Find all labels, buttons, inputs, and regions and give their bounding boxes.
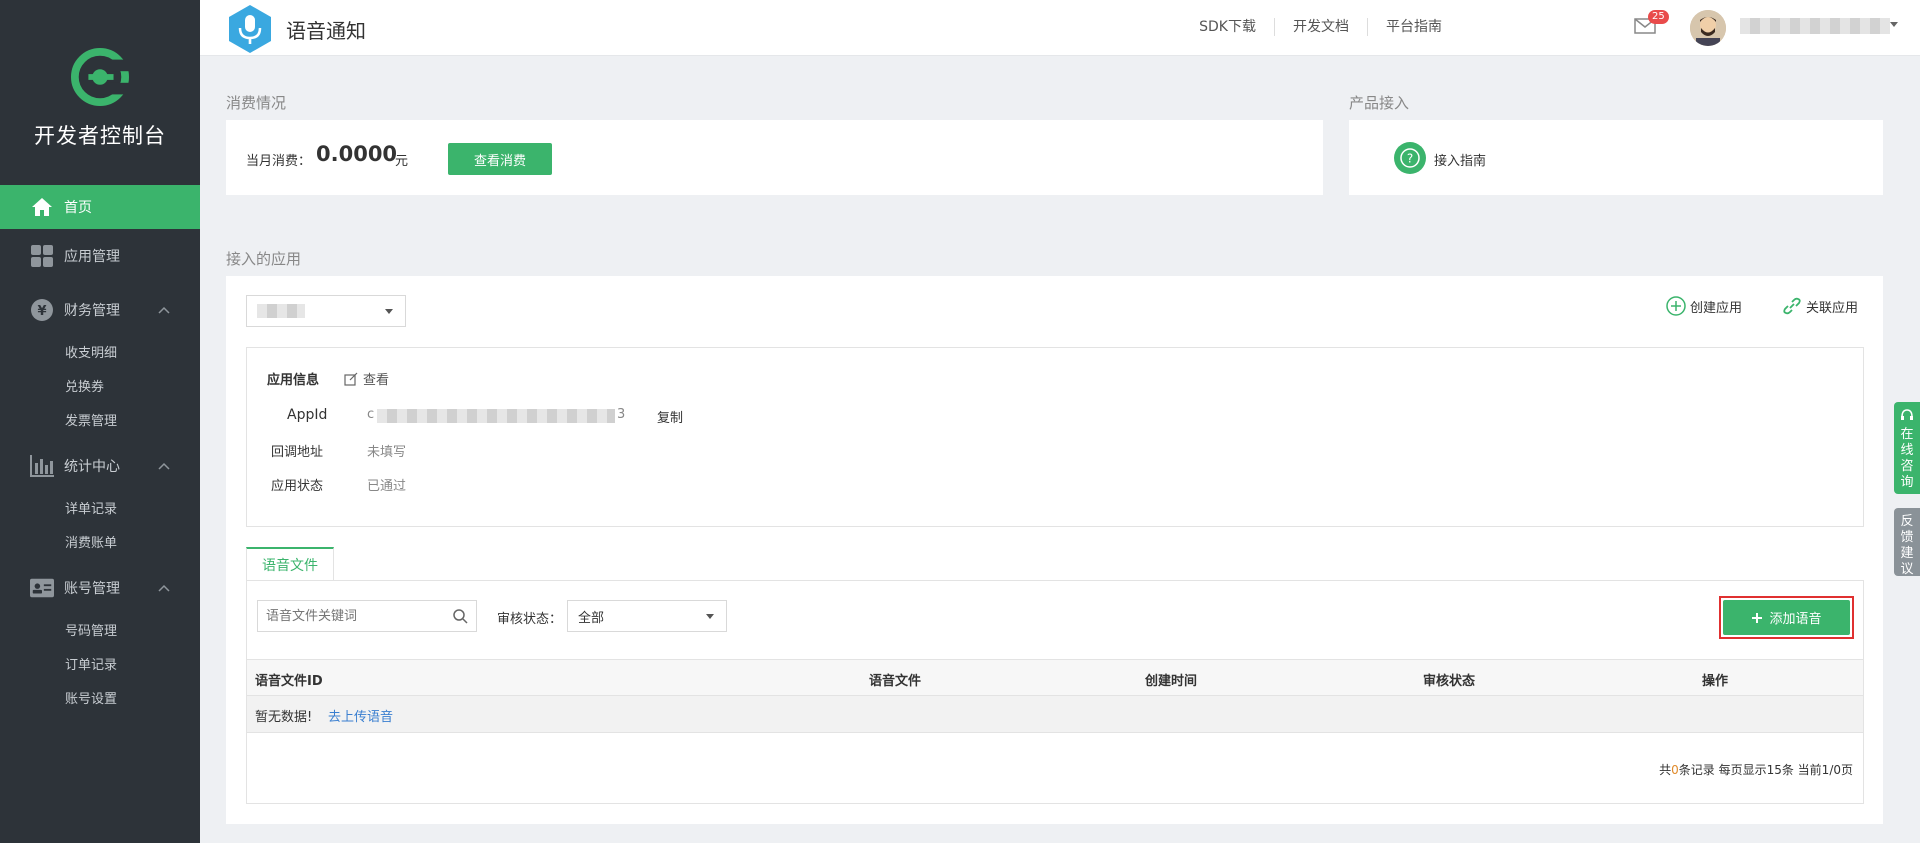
consumption-card: 当月消费： 0.0000 元 查看消费 bbox=[226, 120, 1323, 195]
chevron-up-icon[interactable] bbox=[158, 580, 170, 596]
id-card-icon bbox=[30, 576, 54, 600]
top-header: 语音通知 SDK下载 开发文档 平台指南 25 h bbox=[200, 0, 1920, 56]
user-name[interactable]: h bbox=[1740, 18, 1890, 34]
plus-icon bbox=[1752, 612, 1763, 623]
app-select-value bbox=[257, 304, 305, 318]
grid-icon bbox=[30, 244, 54, 268]
col-actions: 操作 bbox=[1702, 674, 1729, 689]
header-links: SDK下载 开发文档 平台指南 bbox=[1181, 18, 1460, 36]
svg-text:¥: ¥ bbox=[37, 304, 46, 319]
link-icon bbox=[1783, 297, 1801, 315]
nav-finance-detail[interactable]: 收支明细 bbox=[0, 337, 200, 371]
headset-icon bbox=[1901, 409, 1913, 420]
nav-stats-records[interactable]: 详单记录 bbox=[0, 493, 200, 527]
pagination-info: 共0条记录 每页显示15条 当前1/0页 bbox=[1659, 763, 1853, 777]
yen-icon: ¥ bbox=[30, 298, 54, 322]
plus-circle-icon bbox=[1666, 296, 1686, 316]
voice-files-panel: 审核状态： 全部 添加语音 语音文件ID 语音文件 创建时间 审核状态 操作 暂… bbox=[246, 580, 1864, 804]
user-menu-caret-icon[interactable] bbox=[1890, 22, 1898, 27]
view-app-info-link[interactable]: 查看 bbox=[344, 369, 389, 388]
nav-stats-bills[interactable]: 消费账单 bbox=[0, 527, 200, 561]
app-select[interactable] bbox=[246, 295, 406, 327]
appid-label: AppId bbox=[287, 407, 328, 423]
consumption-amount: 0.0000 bbox=[316, 142, 398, 166]
app-info-title: 应用信息 bbox=[267, 373, 320, 388]
platform-guide-link[interactable]: 平台指南 bbox=[1368, 18, 1460, 36]
col-voice-file: 语音文件 bbox=[869, 674, 922, 689]
svg-text:?: ? bbox=[1407, 152, 1413, 166]
callback-value: 未填写 bbox=[367, 445, 407, 460]
status-value: 已通过 bbox=[367, 479, 407, 494]
voice-search-input[interactable] bbox=[258, 601, 438, 631]
voice-table-header: 语音文件ID 语音文件 创建时间 审核状态 操作 bbox=[247, 659, 1863, 696]
product-section-title: 产品接入 bbox=[1349, 94, 1410, 112]
create-app-button[interactable]: 创建应用 bbox=[1666, 296, 1742, 316]
consumption-section-title: 消费情况 bbox=[226, 94, 287, 112]
callback-label: 回调地址 bbox=[271, 445, 324, 460]
nav-finance-coupon[interactable]: 兑换券 bbox=[0, 371, 200, 405]
mail-count-badge: 25 bbox=[1648, 10, 1669, 24]
link-app-button[interactable]: 关联应用 bbox=[1782, 296, 1858, 316]
view-consumption-button[interactable]: 查看消费 bbox=[448, 143, 552, 175]
nav-stats[interactable]: 统计中心 bbox=[0, 439, 200, 493]
chevron-up-icon[interactable] bbox=[158, 458, 170, 474]
consumption-label: 当月消费： bbox=[246, 154, 312, 169]
nav-finance[interactable]: ¥ 财务管理 bbox=[0, 283, 200, 337]
access-guide-link[interactable]: 接入指南 bbox=[1434, 150, 1486, 169]
chevron-down-icon bbox=[706, 614, 714, 619]
table-empty-row: 暂无数据! 去上传语音 bbox=[247, 696, 1863, 733]
nav-finance-invoice[interactable]: 发票管理 bbox=[0, 405, 200, 439]
bar-chart-icon bbox=[30, 454, 54, 478]
col-created-time: 创建时间 bbox=[1145, 674, 1198, 689]
avatar[interactable] bbox=[1690, 10, 1726, 46]
help-circle-icon[interactable]: ? bbox=[1394, 142, 1426, 174]
app-info-box: 应用信息 查看 AppId c 3 复制 回调地址 未填写 应用状态 已通过 bbox=[246, 347, 1864, 527]
nav-account-orders[interactable]: 订单记录 bbox=[0, 649, 200, 683]
sdk-download-link[interactable]: SDK下载 bbox=[1181, 18, 1275, 36]
empty-text: 暂无数据! bbox=[255, 710, 313, 725]
sidebar: 开发者控制台 首页 应用管理 ¥ 财务管理 收支明细 兑换券 发票管理 统计中心… bbox=[0, 0, 200, 843]
review-status-select[interactable]: 全部 bbox=[567, 600, 727, 632]
appid-prefix: c bbox=[367, 407, 375, 422]
col-voice-id: 语音文件ID bbox=[255, 674, 323, 689]
chevron-down-icon bbox=[385, 309, 393, 314]
nav-account-settings[interactable]: 账号设置 bbox=[0, 683, 200, 717]
page-title: 语音通知 bbox=[286, 19, 366, 43]
apps-section-title: 接入的应用 bbox=[226, 250, 302, 268]
brand-name: 开发者控制台 bbox=[34, 124, 166, 148]
feedback-tab[interactable]: 反馈建议 bbox=[1894, 508, 1920, 577]
add-voice-highlight: 添加语音 bbox=[1719, 596, 1854, 639]
consumption-unit: 元 bbox=[395, 154, 409, 169]
status-label: 应用状态 bbox=[271, 479, 324, 494]
nav-account-numbers[interactable]: 号码管理 bbox=[0, 615, 200, 649]
upload-voice-link[interactable]: 去上传语音 bbox=[328, 706, 393, 725]
product-card: ? 接入指南 bbox=[1349, 120, 1883, 195]
search-icon[interactable] bbox=[453, 609, 468, 624]
edit-icon bbox=[344, 372, 358, 386]
nav-apps[interactable]: 应用管理 bbox=[0, 229, 200, 283]
home-icon bbox=[30, 195, 54, 219]
appid-masked bbox=[377, 409, 615, 423]
nav-home[interactable]: 首页 bbox=[0, 185, 200, 229]
online-consult-tab[interactable]: 在线咨询 bbox=[1894, 402, 1920, 494]
logo-icon bbox=[71, 48, 129, 106]
add-voice-button[interactable]: 添加语音 bbox=[1723, 600, 1850, 635]
dev-docs-link[interactable]: 开发文档 bbox=[1275, 18, 1368, 36]
record-count: 0 bbox=[1671, 763, 1679, 777]
tab-voice-files[interactable]: 语音文件 bbox=[246, 547, 334, 581]
logo-area: 开发者控制台 bbox=[0, 0, 200, 185]
copy-appid-button[interactable]: 复制 bbox=[657, 407, 683, 426]
nav-account[interactable]: 账号管理 bbox=[0, 561, 200, 615]
microphone-icon bbox=[229, 5, 271, 53]
voice-search-box[interactable] bbox=[257, 600, 477, 632]
chevron-up-icon[interactable] bbox=[158, 302, 170, 318]
review-status-label: 审核状态： bbox=[497, 612, 563, 627]
col-review-status: 审核状态 bbox=[1423, 674, 1476, 689]
appid-suffix: 3 bbox=[617, 407, 626, 422]
